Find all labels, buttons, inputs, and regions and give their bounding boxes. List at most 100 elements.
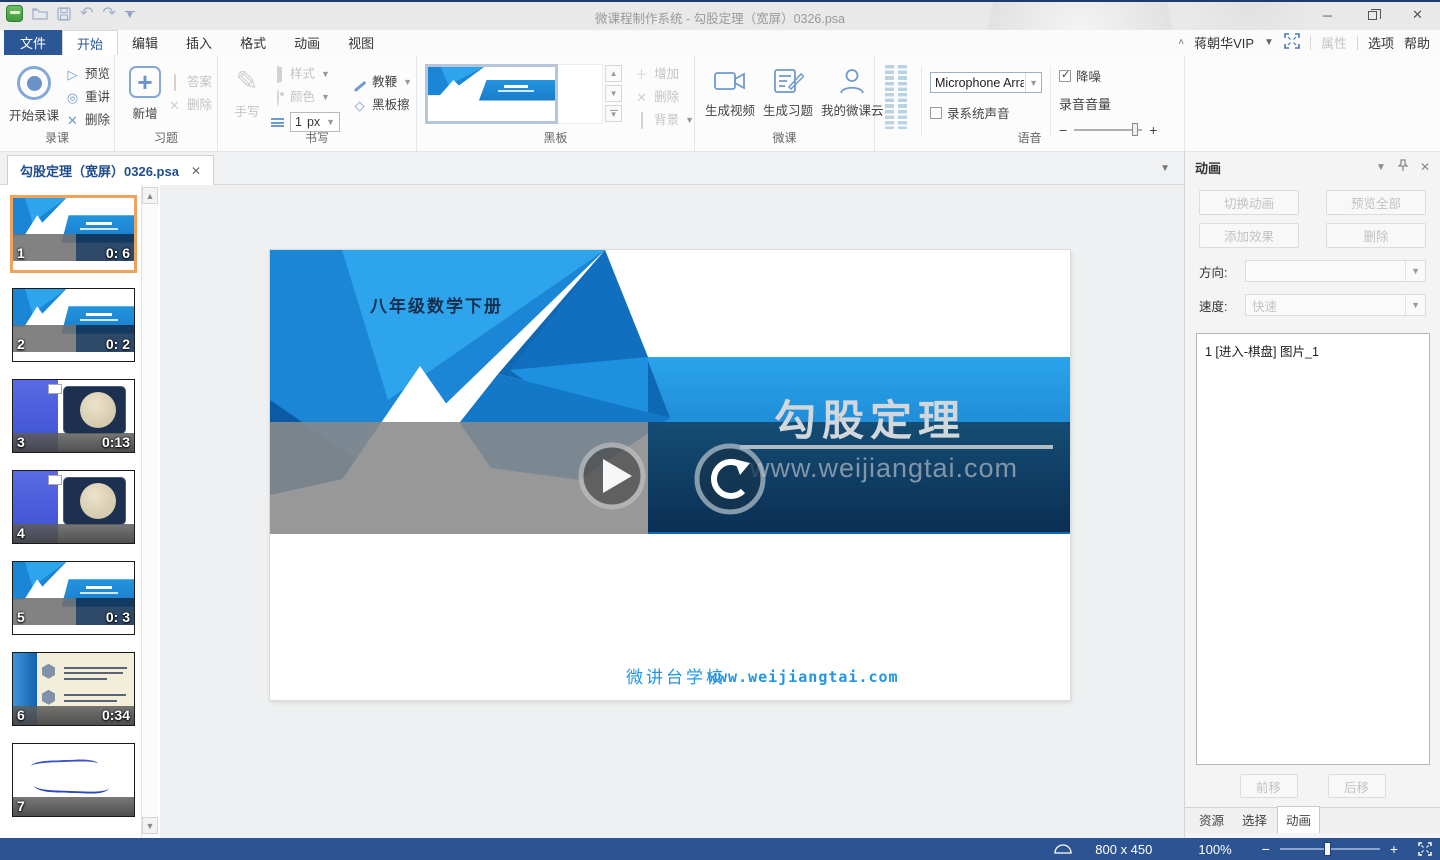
slide-graphic: 八年级数学下册 勾股定理 www.weijiangtai.com <box>270 250 1070 700</box>
chevron-down-icon[interactable]: ▼ <box>1025 73 1041 92</box>
slide-url-text[interactable]: www.weijiangtai.com <box>749 453 1018 483</box>
move-forward-button: 前移 <box>1240 774 1298 798</box>
tab-insert[interactable]: 插入 <box>172 30 226 55</box>
close-button[interactable]: ✕ <box>1395 2 1440 28</box>
handwrite-button: ✎ 手写 <box>224 62 270 120</box>
checkbox-unchecked-icon[interactable] <box>930 107 942 119</box>
denoise-checkbox[interactable]: 降噪 <box>1059 66 1157 85</box>
slide-thumbnail-2[interactable]: 2 0: 2 <box>12 288 135 362</box>
thumbnail-scrollbar[interactable]: ▲ ▼ <box>141 185 158 838</box>
slide-thumbnail-6[interactable]: 60:34 <box>12 652 135 726</box>
tab-edit[interactable]: 编辑 <box>118 30 172 55</box>
document-tab[interactable]: 勾股定理（宽屏）0326.psa ✕ <box>7 155 214 185</box>
separator <box>1357 36 1358 50</box>
titlebar: ↶ ↷ ▼ 微课程制作系统 - 勾股定理（宽屏）0326.psa ─ ✕ <box>0 2 1440 30</box>
board-preview-thumbnail[interactable] <box>425 64 558 124</box>
slide-thumbnail-7[interactable]: 7 <box>12 743 135 817</box>
answer-doc-icon <box>167 76 182 89</box>
slide-thumbnail-3[interactable]: 30:13 <box>12 379 135 453</box>
tab-animation[interactable]: 动画 <box>280 30 334 55</box>
panel-close-icon[interactable]: ✕ <box>1420 160 1430 174</box>
scroll-down-icon[interactable]: ▼ <box>142 817 158 834</box>
slide-thumbnail-4[interactable]: 4 <box>12 470 135 544</box>
thumbnail-decoration <box>86 222 112 225</box>
pin-icon[interactable] <box>1398 159 1408 175</box>
chevron-down-icon: ▼ <box>1405 261 1425 281</box>
slide-thumbnail-5[interactable]: 50: 3 <box>12 561 135 635</box>
tab-format[interactable]: 格式 <box>226 30 280 55</box>
tab-file[interactable]: 文件 <box>4 30 62 55</box>
group-board: ▲ ▼ ▼ ＋增加 ✕删除 背景▼ 黑板 <box>417 55 695 151</box>
ribbon: 开始录课 ▷预览 ◎重讲 ✕删除 录课 + 新增 答案 ✕删除 习题 ✎ <box>0 55 1440 152</box>
slide-editor[interactable]: 八年级数学下册 勾股定理 www.weijiangtai.com <box>270 250 1070 700</box>
slide-title-text[interactable]: 勾股定理 <box>774 396 966 445</box>
zoom-in-button[interactable]: + <box>1380 841 1408 857</box>
animation-panel-title: 动画 <box>1195 158 1221 177</box>
group-record: 开始录课 ▷预览 ◎重讲 ✕删除 录课 <box>0 55 115 151</box>
generate-video-button[interactable]: 生成视频 <box>705 62 755 119</box>
chevron-down-icon[interactable]: ▼ <box>326 114 335 131</box>
replay-button[interactable] <box>697 446 763 512</box>
slide-canvas-area[interactable]: 八年级数学下册 勾股定理 www.weijiangtai.com <box>160 185 1184 838</box>
system-audio-checkbox[interactable]: 录系统声音 <box>930 103 1042 122</box>
user-account[interactable]: 蒋朝华VIP <box>1194 33 1254 52</box>
board-scroll-down-icon[interactable]: ▼ <box>605 85 622 102</box>
animation-list[interactable]: 1 [进入-棋盘] 图片_1 <box>1196 333 1430 765</box>
preview-all-button: 预览全部 <box>1326 190 1426 215</box>
eraser-button[interactable]: ◇黑板擦 <box>352 97 412 114</box>
fullscreen-icon[interactable] <box>1284 33 1300 52</box>
tab-view[interactable]: 视图 <box>334 30 388 55</box>
scroll-up-icon[interactable]: ▲ <box>142 187 158 204</box>
canvas-size-icon <box>1053 843 1073 855</box>
microphone-select[interactable]: Microphone Arra ▼ <box>930 72 1042 93</box>
document-tab-close-icon[interactable]: ✕ <box>191 164 201 178</box>
user-dropdown-icon[interactable]: ▼ <box>1264 37 1274 48</box>
options-button[interactable]: 选项 <box>1368 33 1394 52</box>
color-icon <box>270 91 285 104</box>
zoom-slider[interactable] <box>1280 848 1380 850</box>
panel-dropdown-icon[interactable]: ▼ <box>1376 162 1386 173</box>
properties-button: 属性 <box>1321 33 1347 52</box>
board-add-button: ＋增加 <box>634 66 694 83</box>
slide-footer-url[interactable]: www.weijiangtai.com <box>708 668 899 686</box>
menubar-right: ˄ 蒋朝华VIP ▼ 属性 选项 帮助 <box>1178 30 1440 55</box>
tab-list-dropdown-icon[interactable]: ▼ <box>1160 163 1170 174</box>
start-record-button[interactable]: 开始录课 <box>3 62 65 124</box>
minimize-button[interactable]: ─ <box>1305 2 1350 28</box>
collapse-ribbon-icon[interactable]: ˄ <box>1178 37 1184 48</box>
play-button[interactable] <box>581 445 643 507</box>
tab-animation[interactable]: 动画 <box>1277 806 1320 833</box>
help-button[interactable]: 帮助 <box>1404 33 1430 52</box>
chevron-down-icon: ▼ <box>1405 295 1425 315</box>
zoom-out-button[interactable]: − <box>1252 841 1280 857</box>
zoom-slider-handle[interactable] <box>1324 842 1331 856</box>
eraser-icon: ◇ <box>352 99 367 112</box>
board-scroll-up-icon[interactable]: ▲ <box>605 65 622 82</box>
restore-button[interactable] <box>1350 2 1395 28</box>
slide-thumbnail-1[interactable]: 10: 6 <box>10 195 137 273</box>
slide-duration: 0: 2 <box>106 336 130 352</box>
line-width-icon <box>270 116 285 129</box>
slide-number: 2 <box>17 336 25 352</box>
board-scroll-last-icon[interactable]: ▼ <box>605 105 622 122</box>
group-writing: ✎ 手写 样式▼ 颜色▼ 1 px ▼ 教鞭▼ ◇黑板擦 书写 <box>218 55 417 151</box>
add-exercise-button[interactable]: + 新增 <box>123 62 167 122</box>
thumbnail-decoration <box>64 694 126 696</box>
slide-duration: 0:13 <box>102 434 130 450</box>
generate-exercise-button[interactable]: 生成习题 <box>763 62 813 119</box>
direction-label: 方向: <box>1199 262 1237 281</box>
tab-home[interactable]: 开始 <box>62 30 118 55</box>
tab-resources[interactable]: 资源 <box>1191 807 1232 833</box>
person-icon <box>839 68 865 94</box>
delete-recording-button[interactable]: ✕删除 <box>65 112 110 129</box>
fit-screen-icon[interactable] <box>1418 842 1432 856</box>
slide-subject-text[interactable]: 八年级数学下册 <box>370 296 503 316</box>
preview-button[interactable]: ▷预览 <box>65 66 110 83</box>
animation-list-item[interactable]: 1 [进入-棋盘] 图片_1 <box>1197 334 1429 367</box>
restate-button[interactable]: ◎重讲 <box>65 89 110 106</box>
window-controls: ─ ✕ <box>1305 2 1440 28</box>
checkbox-checked-icon[interactable] <box>1059 70 1071 82</box>
pointer-button[interactable]: 教鞭▼ <box>352 74 412 91</box>
style-icon <box>270 68 285 81</box>
tab-select[interactable]: 选择 <box>1234 807 1275 833</box>
